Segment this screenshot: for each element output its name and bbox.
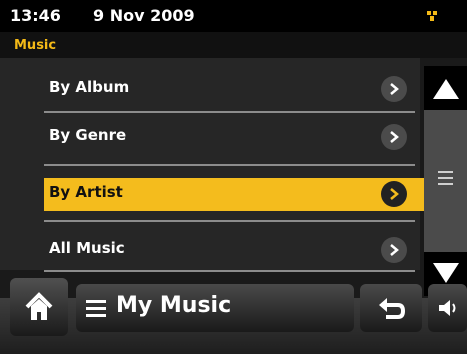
current-date: 9 Nov 2009 <box>93 6 195 25</box>
chevron-right-icon <box>381 181 407 207</box>
volume-button[interactable] <box>428 284 467 332</box>
scroll-up-button[interactable] <box>424 66 467 110</box>
divider <box>44 270 415 272</box>
chevron-right-icon <box>381 237 407 263</box>
menu-item-label: By Genre <box>49 126 127 144</box>
divider <box>44 164 415 166</box>
menu-item-by-artist[interactable]: By Artist <box>44 178 424 211</box>
menu-item-by-album[interactable]: By Album <box>44 73 424 106</box>
menu-item-by-genre[interactable]: By Genre <box>44 121 424 154</box>
divider <box>44 220 415 222</box>
chevron-up-icon <box>433 79 459 99</box>
clock-time: 13:46 <box>10 6 61 25</box>
grip-line <box>438 177 453 179</box>
my-music-menu-button[interactable]: My Music <box>76 284 354 332</box>
menu-button-label: My Music <box>116 293 232 318</box>
menu-item-all-music[interactable]: All Music <box>44 234 424 267</box>
chevron-right-icon <box>381 76 407 102</box>
status-bar: 13:46 9 Nov 2009 <box>0 0 467 32</box>
section-header <box>0 32 467 58</box>
chevron-right-icon <box>381 124 407 150</box>
scrollbar <box>424 66 467 296</box>
back-button[interactable] <box>360 284 422 332</box>
signal-icon <box>427 11 437 21</box>
grip-line <box>438 183 453 185</box>
scroll-thumb[interactable] <box>424 110 467 252</box>
menu-icon <box>86 298 106 318</box>
back-icon <box>379 298 406 319</box>
menu-item-label: By Artist <box>49 183 123 201</box>
menu-item-label: By Album <box>49 78 130 96</box>
home-button[interactable] <box>10 278 68 336</box>
volume-icon <box>439 300 456 316</box>
menu-item-label: All Music <box>49 239 125 257</box>
grip-line <box>438 171 453 173</box>
divider <box>44 111 415 113</box>
section-title: Music <box>14 38 57 53</box>
home-icon <box>25 292 53 320</box>
